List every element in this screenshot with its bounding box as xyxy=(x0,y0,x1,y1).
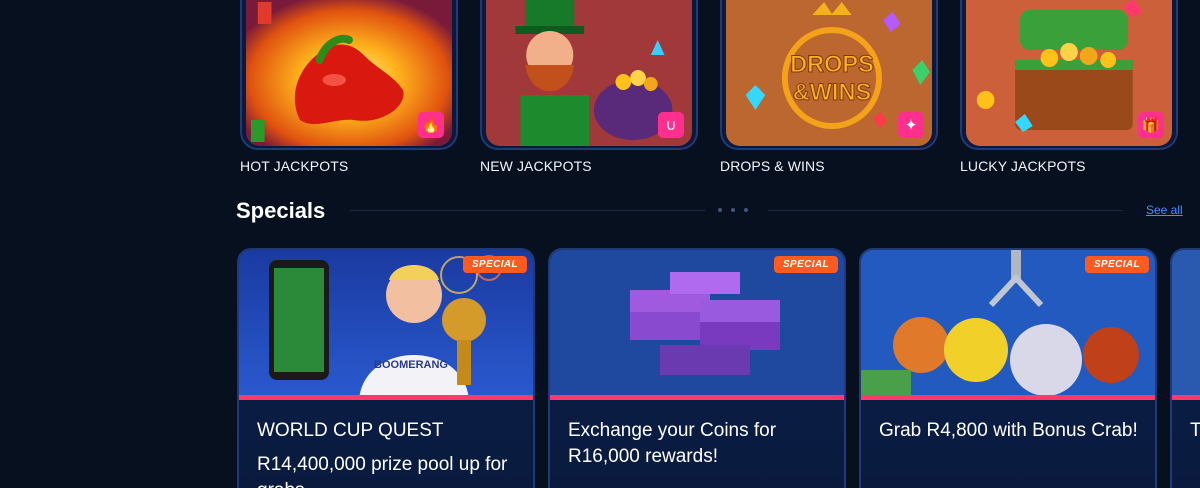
svg-text:DROPS: DROPS xyxy=(790,51,874,78)
specials-title: Specials xyxy=(236,198,326,223)
special-tag: SPECIAL xyxy=(1084,256,1149,273)
hot-jackpot-art: 🔥 xyxy=(246,0,452,146)
jackpot-frame: DROPS &WINS ✦ xyxy=(720,0,938,150)
flame-icon: 🔥 xyxy=(418,112,444,138)
page: 🔥 HOT JACKPOTS ∪ NEW JACKPOTS DROPS &WIN… xyxy=(0,0,1200,488)
svg-text:&WINS: &WINS xyxy=(793,79,871,106)
world-cup-art: BOOMERANG SPECIAL xyxy=(239,250,533,400)
carousel-dots[interactable] xyxy=(718,208,748,212)
card-title: Exchange your Coins for R16,000 rewards! xyxy=(568,420,777,467)
divider xyxy=(768,210,1123,211)
jackpot-frame: 🎁 xyxy=(960,0,1178,150)
jackpot-label: LUCKY JACKPOTS xyxy=(960,158,1086,174)
carousel-dot[interactable] xyxy=(744,208,748,212)
card-title: T 1, xyxy=(1190,418,1200,444)
jackpot-label: HOT JACKPOTS xyxy=(240,158,349,174)
bonus-crab-art: SPECIAL xyxy=(861,250,1155,400)
drops-wins-icon: ✦ xyxy=(898,112,924,138)
divider xyxy=(350,210,705,211)
special-card-partial[interactable]: T 1, xyxy=(1170,248,1200,488)
card-title: Grab R4,800 with Bonus Crab! xyxy=(879,420,1138,441)
jackpot-label: DROPS & WINS xyxy=(720,158,825,174)
carousel-dot[interactable] xyxy=(718,208,722,212)
jackpot-label: NEW JACKPOTS xyxy=(480,158,592,174)
see-all-link[interactable]: See all xyxy=(1146,203,1183,217)
exchange-coins-art: SPECIAL xyxy=(550,250,844,400)
special-card-bonus-crab[interactable]: SPECIAL Grab R4,800 with Bonus Crab! xyxy=(859,248,1157,488)
jackpot-tile-drops-wins[interactable]: DROPS &WINS ✦ DROPS & WINS xyxy=(720,0,938,174)
special-card-world-cup[interactable]: BOOMERANG SPECIAL WORLD CUP QUEST R14,40… xyxy=(237,248,535,488)
drops-wins-art: DROPS &WINS ✦ xyxy=(726,0,932,146)
lucky-jackpot-art: 🎁 xyxy=(966,0,1172,146)
magnet-icon: ∪ xyxy=(658,112,684,138)
card-title: WORLD CUP QUEST xyxy=(257,420,444,441)
jackpot-frame: 🔥 xyxy=(240,0,458,150)
carousel-dot[interactable] xyxy=(731,208,735,212)
boomerang-text: BOOMERANG xyxy=(374,359,448,371)
partial-card-art xyxy=(1172,250,1200,400)
new-jackpot-art: ∪ xyxy=(486,0,692,146)
card-subtitle: R14,400,000 prize pool up for grabs xyxy=(257,454,508,488)
jackpot-tile-new[interactable]: ∪ NEW JACKPOTS xyxy=(480,0,698,174)
special-tag: SPECIAL xyxy=(773,256,838,273)
special-card-exchange-coins[interactable]: SPECIAL Exchange your Coins for R16,000 … xyxy=(548,248,846,488)
jackpot-frame: ∪ xyxy=(480,0,698,150)
gift-icon: 🎁 xyxy=(1138,112,1164,138)
jackpot-tile-hot[interactable]: 🔥 HOT JACKPOTS xyxy=(240,0,458,174)
jackpot-tile-lucky[interactable]: 🎁 LUCKY JACKPOTS xyxy=(960,0,1178,174)
special-tag: SPECIAL xyxy=(462,256,527,273)
